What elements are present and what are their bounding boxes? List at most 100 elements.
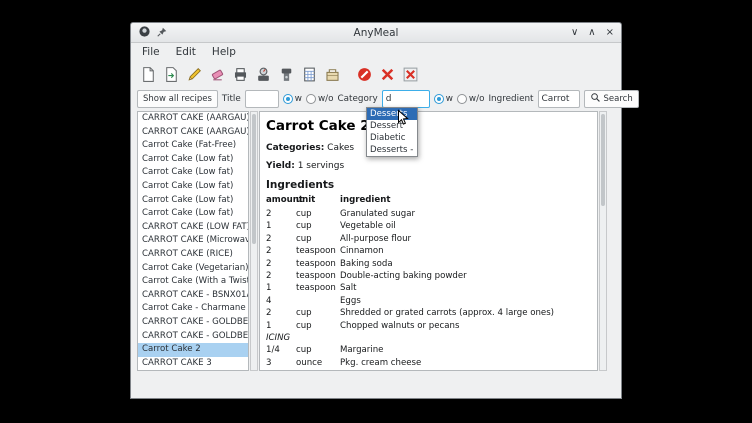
recipe-list-item[interactable]: Carrot Cake (Vegetarian) [138,262,248,276]
cancel-icon[interactable] [354,64,374,84]
edit-recipe-icon[interactable] [184,64,204,84]
ingredient-name: Cinnamon [340,246,591,258]
ingredient-amount: 2 [266,271,296,283]
radio-dot[interactable] [434,94,444,104]
recipe-list-item[interactable]: Carrot Cake - Charmane An... [138,302,248,316]
ingredient-unit: cup [296,370,340,371]
scrollbar-handle[interactable] [601,114,605,206]
category-with-label: w [446,94,453,104]
dropdown-item[interactable]: Desserts - [367,144,417,156]
kitchen-scale-icon[interactable] [253,64,273,84]
category-with-radio[interactable]: w [434,94,453,104]
recipe-list-item[interactable]: CARROT CAKE (RICE) [138,248,248,262]
title-label: Title [222,94,241,104]
recipe-list-item[interactable]: Carrot Cake (Low fat) [138,207,248,221]
scrollbar-handle[interactable] [252,114,256,244]
search-button[interactable]: Search [584,90,639,108]
ingredient-amount: ICING [266,333,296,345]
menu-item[interactable]: File [135,45,167,59]
delete-icon[interactable] [377,64,397,84]
ingredient-name: Double-acting baking powder [340,271,591,283]
ingredient-unit: cup [296,321,340,333]
dropdown-item[interactable]: Dessert [367,120,417,132]
ingredient-column-header: ingredient [340,195,591,209]
close-database-icon[interactable] [400,64,420,84]
maximize-button[interactable]: ∧ [588,28,595,38]
ingredient-amount: 1 [266,321,296,333]
title-with-label: w [295,94,302,104]
close-button[interactable]: × [606,28,614,38]
recipe-title: Carrot Cake 2 [266,118,591,134]
recipe-list-scrollbar[interactable] [250,111,258,371]
grinder-icon[interactable] [276,64,296,84]
category-input[interactable] [382,90,430,108]
recipe-list-item[interactable]: Carrot Cake (With a Twist) [138,275,248,289]
search-button-label: Search [604,94,633,104]
yield-value: 1 servings [298,161,344,171]
amount-column-header: amount [266,195,296,209]
card-file-icon[interactable] [322,64,342,84]
title-input[interactable] [245,90,279,108]
ingredient-amount: 2 [266,259,296,271]
ingredient-row: 1 cup Chopped walnuts or pecans [266,321,591,333]
radio-dot[interactable] [283,94,293,104]
category-completion-dropdown: DessertsDessertDiabeticDesserts - [366,107,418,157]
ingredient-row: 2 cup Granulated sugar [266,209,591,221]
ingredient-unit: cup [296,209,340,221]
recipe-list-item[interactable]: Carrot Cake (Fat-Free) [138,139,248,153]
dropdown-item[interactable]: Desserts [367,108,417,120]
recipe-list-item[interactable]: CARROT CAKE (Microwave) [138,234,248,248]
ingredients-heading: Ingredients [266,179,591,191]
category-without-radio[interactable]: w/o [457,94,485,104]
mouse-cursor [397,109,409,131]
recipe-list-item[interactable]: Carrot Cake 2 [138,343,248,357]
recipe-list-item[interactable]: CARROT CAKE (AARGAU) [138,112,248,126]
print-recipe-icon[interactable] [230,64,250,84]
categories-value: Cakes [327,143,354,153]
recipe-yield: Yield: 1 servings [266,161,591,171]
radio-dot[interactable] [457,94,467,104]
new-recipe-icon[interactable] [138,64,158,84]
calculator-icon[interactable] [299,64,319,84]
recipe-list-item[interactable]: CARROT CAKE (AARGAU) [138,126,248,140]
recipe-detail-panel: Carrot Cake 2 Categories: Cakes Yield: 1… [259,111,598,371]
ingredient-row: 2 cup Sifted confectioners sugar (approx… [266,370,591,371]
pin-icon[interactable] [156,23,168,42]
import-recipe-icon[interactable] [161,64,181,84]
yield-label: Yield: [266,161,295,171]
recipe-list-item[interactable]: CARROT CAKE 3 [138,357,248,371]
ingredient-amount: 4 [266,296,296,308]
ingredient-row: 2 cup Shredded or grated carrots (approx… [266,308,591,320]
ingredient-row: 1 cup Vegetable oil [266,221,591,233]
menu-item[interactable]: Edit [169,45,203,59]
ingredient-name: Pkg. cream cheese [340,358,591,370]
recipe-detail-scrollbar[interactable] [599,111,607,371]
ingredient-row: 2 teaspoon Baking soda [266,259,591,271]
recipe-list-item[interactable]: Carrot Cake (Low fat) [138,166,248,180]
menu-item[interactable]: Help [205,45,243,59]
recipe-list-item[interactable]: Carrot Cake (Low fat) [138,180,248,194]
ingredient-row: 3 ounce Pkg. cream cheese [266,358,591,370]
minimize-button[interactable]: ∨ [571,28,578,38]
category-label: Category [338,94,378,104]
ingredient-name: Granulated sugar [340,209,591,221]
title-without-radio[interactable]: w/o [306,94,334,104]
recipe-list-item[interactable]: CARROT CAKE - GOLDBECK [138,316,248,330]
titlebar: AnyMeal ∨ ∧ × [131,23,621,43]
title-with-radio[interactable]: w [283,94,302,104]
ingredient-row: 2 teaspoon Cinnamon [266,246,591,258]
recipe-list-item[interactable]: CARROT CAKE - BSNX01A [138,289,248,303]
ingredient-name: Chopped walnuts or pecans [340,321,591,333]
ingredient-input[interactable] [538,90,580,108]
dropdown-item[interactable]: Diabetic [367,132,417,144]
categories-label: Categories: [266,143,324,153]
recipe-list-item[interactable]: Carrot Cake (Low fat) [138,194,248,208]
ingredient-name: Salt [340,283,591,295]
search-icon [590,92,601,106]
erase-recipe-icon[interactable] [207,64,227,84]
radio-dot[interactable] [306,94,316,104]
recipe-list-item[interactable]: CARROT CAKE - GOLDBECK [138,330,248,344]
recipe-list-item[interactable]: CARROT CAKE (LOW FAT) [138,221,248,235]
show-all-recipes-button[interactable]: Show all recipes [137,90,218,108]
recipe-list-item[interactable]: Carrot Cake (Low fat) [138,153,248,167]
